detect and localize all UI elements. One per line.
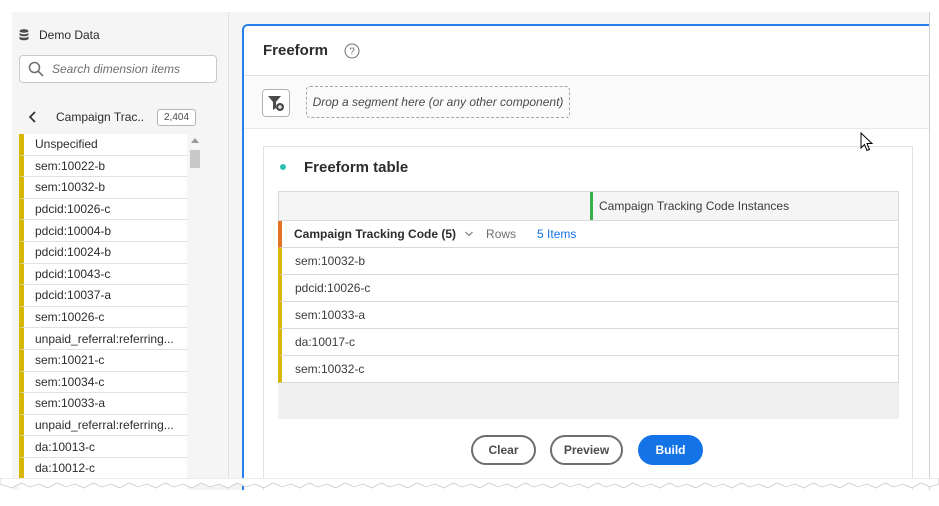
table-row[interactable]: sem:10032-b — [278, 248, 899, 275]
search-box[interactable] — [19, 55, 217, 83]
app-window: Demo Data Campaign Trac... 2,404 Unspeci… — [12, 12, 930, 490]
dimension-item[interactable]: pdcid:10043-c — [19, 263, 187, 286]
scrollbar-thumb[interactable] — [190, 150, 200, 168]
freeform-table-viz: Freeform table Campaign Tracking Code In… — [263, 146, 913, 490]
dimension-item[interactable]: da:10013-c — [19, 436, 187, 458]
table-row[interactable]: sem:10032-c — [278, 356, 899, 383]
panel-header: Freeform ? — [244, 26, 929, 76]
add-segment-filter-button[interactable] — [262, 89, 290, 117]
build-button[interactable]: Build — [638, 435, 703, 465]
scroll-up-arrow-icon[interactable] — [191, 138, 199, 143]
dimension-item[interactable]: sem:10034-c — [19, 371, 187, 394]
database-icon — [19, 29, 29, 41]
dimension-item[interactable]: sem:10021-c — [19, 349, 187, 372]
viz-status-dot — [280, 164, 286, 170]
dimension-item[interactable]: unpaid_referral:referring... — [19, 328, 187, 350]
chevron-down-icon[interactable] — [464, 229, 474, 239]
search-icon — [28, 61, 44, 77]
dimension-item[interactable]: pdcid:10024-b — [19, 241, 187, 264]
dimension-header-label: Campaign Tracking Code (5) — [294, 227, 457, 241]
dimension-item[interactable]: unpaid_referral:referring... — [19, 414, 187, 437]
metric-column-header[interactable]: Campaign Tracking Code Instances — [590, 192, 899, 220]
help-icon[interactable]: ? — [344, 43, 360, 59]
chevron-left-icon[interactable] — [26, 110, 40, 124]
table-column-header: Campaign Tracking Code Instances — [278, 191, 899, 221]
viz-header: Freeform table — [280, 157, 408, 177]
table-row[interactable]: da:10017-c — [278, 329, 899, 356]
dimension-item[interactable]: sem:10026-c — [19, 306, 187, 329]
mouse-cursor-icon — [860, 132, 874, 152]
freeform-panel: Freeform ? Drop a segment here (or any o… — [242, 24, 929, 490]
dimension-header-row[interactable]: Campaign Tracking Code (5) Rows 5 Items — [278, 221, 899, 248]
table-row[interactable]: pdcid:10026-c — [278, 275, 899, 302]
clear-button[interactable]: Clear — [471, 435, 536, 465]
torn-edge — [0, 478, 939, 489]
table-row[interactable]: sem:10033-a — [278, 302, 899, 329]
filter-add-icon — [268, 96, 284, 111]
dimension-item[interactable]: da:10012-c — [19, 457, 187, 480]
preview-button[interactable]: Preview — [550, 435, 623, 465]
search-input[interactable] — [52, 62, 212, 76]
dimension-item-list: Unspecified sem:10022-b sem:10032-b pdci… — [19, 134, 187, 490]
viz-title[interactable]: Freeform table — [304, 159, 408, 176]
dimension-item[interactable]: sem:10033-a — [19, 393, 187, 415]
dimension-item[interactable]: pdcid:10004-b — [19, 220, 187, 242]
svg-text:?: ? — [349, 46, 355, 57]
dimension-title: Campaign Trac... — [56, 110, 144, 124]
dimension-count-badge: 2,404 — [157, 108, 197, 126]
dimension-item[interactable]: pdcid:10026-c — [19, 198, 187, 221]
dimension-item[interactable]: pdcid:10037-a — [19, 285, 187, 307]
data-source-label: Demo Data — [39, 28, 100, 42]
segment-dropzone-row: Drop a segment here (or any other compon… — [244, 77, 929, 129]
scrollbar[interactable] — [188, 134, 202, 490]
dimension-item[interactable]: sem:10022-b — [19, 155, 187, 178]
items-link[interactable]: 5 Items — [537, 227, 576, 241]
dimension-item[interactable]: Unspecified — [19, 134, 187, 156]
freeform-table: Campaign Tracking Code Instances Campaig… — [278, 191, 899, 419]
segment-dropzone[interactable]: Drop a segment here (or any other compon… — [306, 86, 570, 118]
rows-label: Rows — [486, 227, 517, 241]
dimension-item[interactable]: sem:10032-b — [19, 177, 187, 199]
data-source[interactable]: Demo Data — [19, 26, 100, 44]
table-footer — [278, 383, 899, 419]
panel-title[interactable]: Freeform — [263, 42, 328, 59]
left-rail: Demo Data Campaign Trac... 2,404 Unspeci… — [12, 12, 229, 490]
dimension-header: Campaign Trac... 2,404 — [26, 106, 216, 128]
